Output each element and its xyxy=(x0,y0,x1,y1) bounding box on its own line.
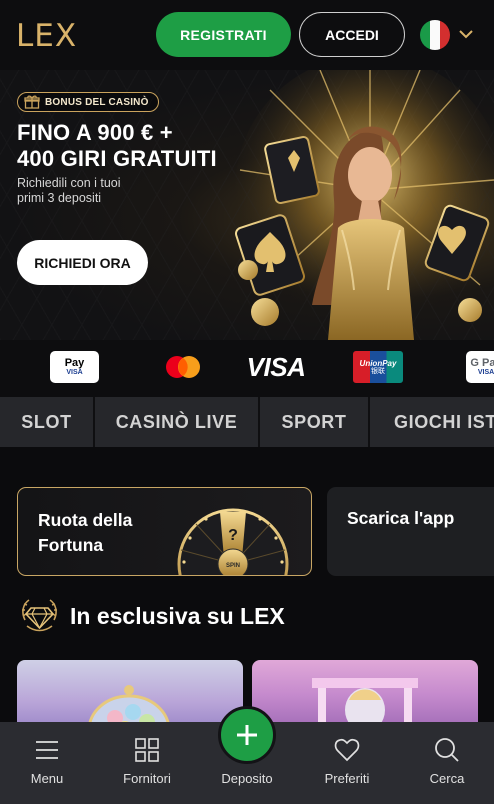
nav-search-label: Cerca xyxy=(429,771,465,786)
casino-bonus-badge: BONUS DEL CASINÒ xyxy=(17,92,159,112)
category-tabs: SLOT CASINÒ LIVE SPORT GIOCHI IST xyxy=(0,397,494,447)
google-pay-label: G Pay xyxy=(470,357,494,369)
tab-sport[interactable]: SPORT xyxy=(260,397,370,447)
hero-banner[interactable]: BONUS DEL CASINÒ FINO A 900 € + 400 GIRI… xyxy=(0,70,494,340)
exclusive-section-title: In esclusiva su LEX xyxy=(70,603,285,629)
fortune-wheel-icon: ? SPIN xyxy=(177,508,289,575)
unionpay-chinese-label: 银联 xyxy=(371,367,385,375)
grid-icon xyxy=(135,738,159,762)
hero-title-line2: 400 GIRI GRATUITI xyxy=(17,146,217,171)
hero-subtitle: Richiedili con i tuoi primi 3 depositi xyxy=(17,176,121,205)
apple-pay-label: Pay xyxy=(64,357,85,369)
chevron-down-icon[interactable] xyxy=(458,28,474,40)
nav-menu-label: Menu xyxy=(30,771,64,786)
flag-italy-icon[interactable] xyxy=(420,20,450,50)
mastercard-logo xyxy=(164,351,202,383)
nav-providers[interactable]: Fornitori xyxy=(97,722,197,804)
apple-pay-logo: Pay VISA xyxy=(50,351,99,383)
nav-providers-label: Fornitori xyxy=(123,771,171,786)
hamburger-menu-icon xyxy=(36,741,58,759)
wheel-spin-label: SPIN xyxy=(226,563,240,569)
wheel-question-mark: ? xyxy=(228,527,238,544)
game-tile-artwork xyxy=(87,685,171,730)
tab-casino-live[interactable]: CASINÒ LIVE xyxy=(95,397,260,447)
google-pay-visa-label: VISA xyxy=(477,369,494,376)
login-button[interactable]: ACCEDI xyxy=(299,12,405,57)
lex-logo[interactable]: LEX xyxy=(16,18,77,54)
top-header: LEX REGISTRATI ACCEDI xyxy=(0,0,494,70)
apple-pay-visa-label: VISA xyxy=(66,369,83,376)
game-tile[interactable] xyxy=(17,660,243,730)
heart-icon xyxy=(334,738,360,762)
unionpay-logo: UnionPay 银联 xyxy=(353,351,403,383)
game-tile-artwork xyxy=(312,678,418,730)
gift-icon xyxy=(24,95,40,109)
claim-now-button[interactable]: RICHIEDI ORA xyxy=(17,240,148,285)
diamond-laurel-icon xyxy=(22,599,57,632)
unionpay-label: UnionPay xyxy=(359,358,397,368)
visa-logo: VISA xyxy=(246,351,306,382)
hero-title: FINO A 900 € + 400 GIRI GRATUITI xyxy=(17,120,257,172)
wheel-of-fortune-title: Ruota della Fortuna xyxy=(38,510,133,555)
nav-favorites[interactable]: Preferiti xyxy=(297,722,397,804)
tab-instant-games[interactable]: GIOCHI IST xyxy=(370,397,494,447)
deposit-button[interactable] xyxy=(218,706,276,764)
hero-title-line1: FINO A 900 € + xyxy=(17,120,173,145)
search-icon xyxy=(435,738,459,762)
download-app-title: Scarica l'app xyxy=(347,508,455,528)
download-app-card[interactable]: Scarica l'app xyxy=(327,487,494,576)
nav-favorites-label: Preferiti xyxy=(324,771,370,786)
wheel-of-fortune-card[interactable]: Ruota della Fortuna ? SPIN xyxy=(17,487,312,576)
google-pay-logo: G Pay VISA xyxy=(466,351,494,383)
hero-illustration xyxy=(235,70,494,340)
payment-methods-strip: Pay VISA VISA UnionPay 银联 G Pay VISA xyxy=(0,340,494,397)
nav-search[interactable]: Cerca xyxy=(397,722,494,804)
game-tile[interactable] xyxy=(252,660,478,730)
nav-deposit-label: Deposito xyxy=(221,771,273,786)
nav-menu[interactable]: Menu xyxy=(0,722,97,804)
tab-slot[interactable]: SLOT xyxy=(0,397,95,447)
register-button[interactable]: REGISTRATI xyxy=(156,12,291,57)
bonus-badge-label: BONUS DEL CASINÒ xyxy=(45,96,149,108)
plus-icon xyxy=(237,725,257,745)
